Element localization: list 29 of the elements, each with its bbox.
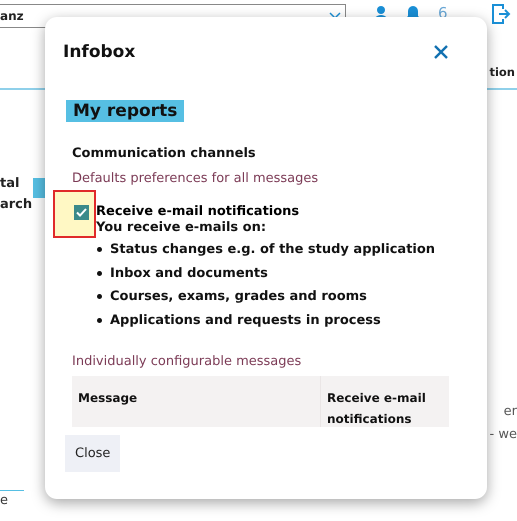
list-item: Applications and requests in process bbox=[110, 312, 381, 328]
list-item: Courses, exams, grades and rooms bbox=[110, 289, 367, 304]
body-text: - we bbox=[490, 427, 517, 442]
section-heading: My reports bbox=[66, 100, 184, 122]
bullet-icon bbox=[97, 270, 102, 276]
bullet-icon bbox=[97, 247, 102, 252]
sidebar-label: arch bbox=[0, 197, 32, 212]
column-header: Receive e-mail notifications bbox=[320, 376, 449, 427]
body-text: er bbox=[504, 404, 517, 419]
column-header: Message bbox=[77, 390, 138, 407]
logout-icon[interactable] bbox=[491, 3, 511, 25]
email-checkbox[interactable] bbox=[74, 205, 89, 220]
bullet-icon bbox=[97, 318, 102, 323]
dialog-title: Infobox bbox=[63, 42, 136, 62]
list-item: Status changes e.g. of the study application bbox=[110, 242, 436, 258]
checkbox-label: Receive e-mail notifications bbox=[96, 204, 300, 219]
individual-label: Individually configurable messages bbox=[72, 354, 302, 369]
section-title: Communication channels bbox=[72, 146, 257, 161]
tab-marker bbox=[33, 178, 45, 198]
option-description: You receive e-mails on: bbox=[96, 220, 268, 235]
chevron-down-icon bbox=[329, 12, 341, 20]
bullet-icon bbox=[97, 294, 102, 300]
list-item: Inbox and documents bbox=[110, 266, 268, 281]
defaults-label: Defaults preferences for all messages bbox=[72, 171, 320, 186]
footer-link[interactable]: e bbox=[0, 490, 24, 508]
nav-label[interactable]: tion bbox=[489, 65, 517, 79]
close-button[interactable]: Close bbox=[65, 435, 120, 472]
close-icon[interactable] bbox=[433, 44, 449, 60]
sidebar-label: tal bbox=[0, 176, 20, 191]
